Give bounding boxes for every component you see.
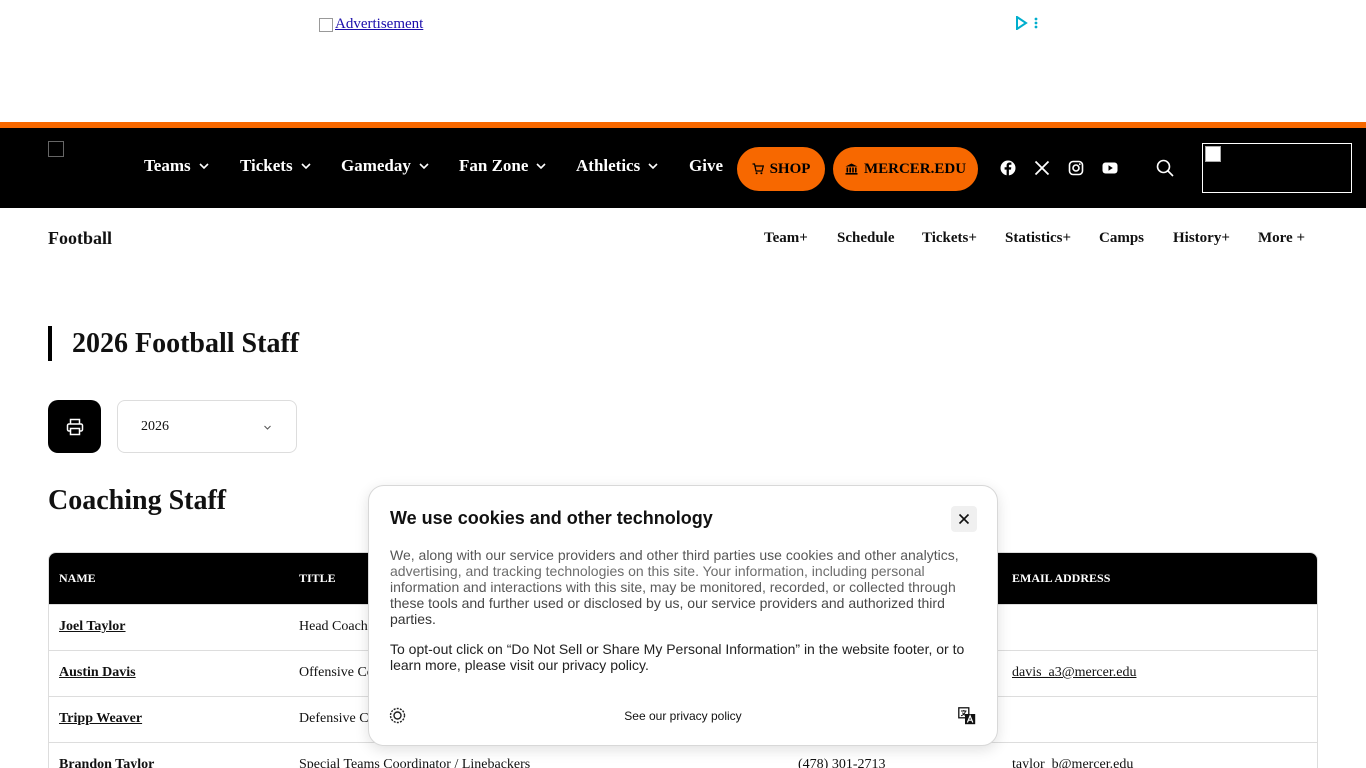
staff-phone: (478) 301-2713	[798, 757, 886, 768]
nav-fan-zone[interactable]: Fan Zone	[459, 156, 547, 176]
column-header-title: TITLE	[299, 571, 336, 585]
nav-label: Teams	[144, 156, 191, 175]
chevron-down-icon	[301, 163, 311, 170]
cookie-consent-dialog: We use cookies and other technology We, …	[368, 485, 998, 746]
cookie-close-button[interactable]	[951, 506, 977, 532]
shop-label: SHOP	[769, 160, 811, 177]
staff-email-link[interactable]: taylor_b@mercer.edu	[1012, 757, 1133, 768]
sponsor-logo[interactable]	[1202, 143, 1352, 193]
subnav-more[interactable]: More +	[1258, 230, 1305, 247]
advertisement-label: Advertisement	[335, 16, 424, 32]
cookie-paragraph: To opt-out click on “Do Not Sell or Shar…	[390, 641, 965, 673]
nav-gameday[interactable]: Gameday	[341, 156, 429, 176]
staff-name-link[interactable]: Joel Taylor	[59, 619, 126, 635]
ad-choices[interactable]	[1015, 16, 1038, 30]
broken-image-icon	[319, 17, 333, 32]
season-select[interactable]: 2026	[117, 400, 297, 453]
more-options-icon	[1034, 17, 1038, 29]
x-icon[interactable]	[1034, 160, 1050, 176]
print-button[interactable]	[48, 400, 101, 453]
nav-tickets[interactable]: Tickets	[240, 156, 311, 176]
subnav-camps[interactable]: Camps	[1099, 230, 1144, 247]
chevron-down-icon	[264, 425, 271, 430]
page-title: 2026 Football Staff	[48, 326, 299, 361]
search-icon[interactable]	[1156, 159, 1174, 177]
chevron-down-icon	[536, 163, 547, 170]
staff-title: Defensive C	[299, 711, 369, 726]
staff-name-link[interactable]: Tripp Weaver	[59, 711, 142, 727]
facebook-icon[interactable]	[1000, 160, 1016, 176]
nav-label: Fan Zone	[459, 156, 529, 175]
staff-name-link[interactable]: Brandon Taylor	[59, 757, 154, 768]
column-header-name: NAME	[59, 571, 96, 585]
broken-image-icon	[1205, 146, 1221, 162]
subnav-team[interactable]: Team+	[764, 230, 808, 247]
main-navigation: Teams Tickets Gameday Fan Zone Athletics…	[0, 128, 1366, 208]
cookie-title: We use cookies and other technology	[390, 508, 713, 528]
nav-label: Gameday	[341, 156, 411, 175]
university-icon	[845, 163, 858, 175]
staff-title: Head Coach	[299, 619, 368, 634]
instagram-icon[interactable]	[1068, 160, 1084, 176]
ad-banner: Advertisement	[0, 0, 1366, 122]
nav-label: Athletics	[576, 156, 641, 175]
sport-title[interactable]: Football	[48, 228, 112, 249]
nav-teams[interactable]: Teams	[144, 156, 209, 176]
subnav-history[interactable]: History+	[1173, 230, 1230, 247]
subnav-statistics[interactable]: Statistics+	[1005, 230, 1071, 247]
staff-title: Special Teams Coordinator / Linebackers	[299, 757, 531, 768]
privacy-policy-link[interactable]: See our privacy policy	[369, 709, 997, 723]
staff-name-link[interactable]: Austin Davis	[59, 665, 136, 681]
chevron-down-icon	[199, 163, 209, 170]
chevron-down-icon	[648, 163, 658, 170]
nav-give[interactable]: Give	[689, 156, 723, 176]
chevron-down-icon	[419, 163, 429, 170]
mercer-edu-button[interactable]: MERCER.EDU	[833, 147, 978, 191]
subnav-tickets[interactable]: Tickets+	[922, 230, 977, 247]
cookie-body: We, along with our service providers and…	[390, 547, 970, 673]
adchoices-icon	[1016, 16, 1028, 30]
cart-icon	[752, 163, 764, 175]
column-header-email: EMAIL ADDRESS	[1012, 571, 1111, 585]
site-logo[interactable]	[48, 141, 64, 157]
subnav-schedule[interactable]: Schedule	[837, 230, 895, 247]
nav-label: Give	[689, 156, 723, 175]
nav-label: Tickets	[240, 156, 293, 175]
cookie-paragraph: We, along with our service providers and…	[390, 547, 959, 627]
close-icon	[958, 513, 970, 525]
mercer-edu-label: MERCER.EDU	[863, 160, 967, 177]
shop-button[interactable]: SHOP	[737, 147, 825, 191]
season-value: 2026	[141, 418, 169, 434]
section-title: Coaching Staff	[48, 485, 227, 516]
language-translate-icon[interactable]	[958, 707, 976, 725]
nav-athletics[interactable]: Athletics	[576, 156, 658, 176]
staff-title: Offensive Co	[299, 665, 374, 680]
youtube-icon[interactable]	[1102, 160, 1118, 176]
staff-email-link[interactable]: davis_a3@mercer.edu	[1012, 665, 1136, 681]
advertisement-link[interactable]: Advertisement	[319, 16, 423, 33]
printer-icon	[66, 418, 83, 435]
sport-subnav: Football Team+ Schedule Tickets+ Statist…	[0, 208, 1366, 268]
